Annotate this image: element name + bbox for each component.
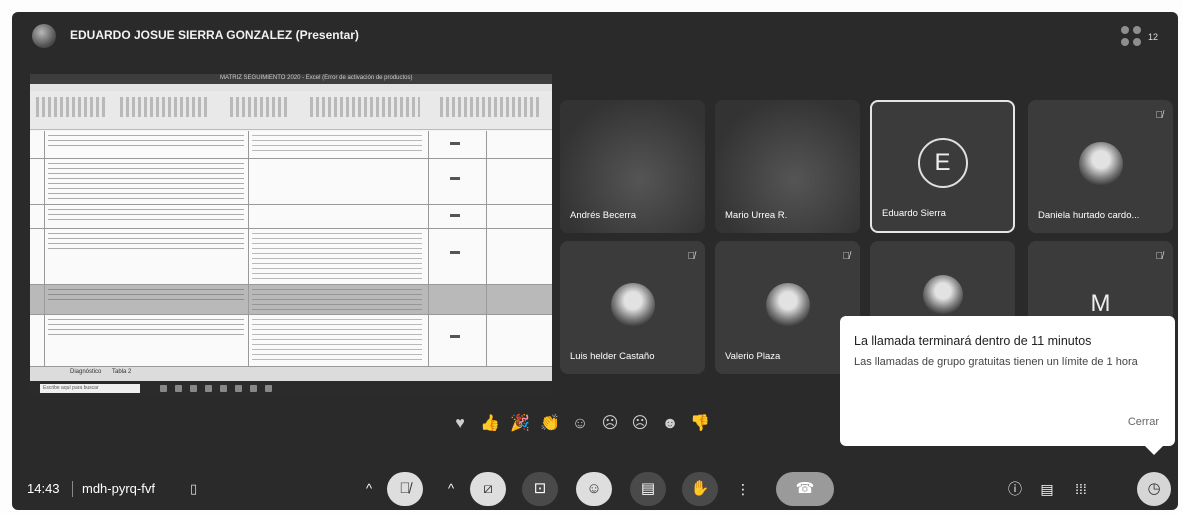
sheet-tab: Tabla 2 xyxy=(112,369,132,375)
sheet-row xyxy=(30,315,552,367)
participant-avatar xyxy=(765,283,810,327)
bottom-control-bar: 14:43 mdh-pyrq-fvf ▯ ^ 🎙̸ ^ ⧄ ⊡ ☺ ▤ ✋ ⋮ … xyxy=(12,456,1178,510)
participant-avatar xyxy=(610,283,655,327)
participant-name: Mario Urrea R. xyxy=(725,210,788,221)
captions-button[interactable]: ▤ xyxy=(630,472,666,506)
call-limit-toast: La llamada terminará dentro de 11 minuto… xyxy=(840,316,1175,446)
excel-sheet xyxy=(30,131,552,367)
emoji-reactions-button[interactable]: ☺ xyxy=(576,472,612,506)
timer-icon[interactable]: ◷ xyxy=(1137,472,1171,506)
presenter-name: EDUARDO JOSUE SIERRA GONZALEZ (Presentar… xyxy=(70,28,359,42)
raise-hand-button[interactable]: ✋ xyxy=(682,472,718,506)
divider xyxy=(72,481,73,497)
participant-count: 12 xyxy=(1148,32,1159,42)
presenter-avatar xyxy=(32,24,56,48)
participant-tile[interactable]: Andrés Becerra xyxy=(560,100,705,233)
participant-avatar xyxy=(1078,142,1123,186)
sheet-row xyxy=(30,159,552,205)
surprised-icon[interactable]: ☹ xyxy=(599,413,621,435)
sheet-tabs: Diagnóstico Tabla 2 xyxy=(30,367,552,381)
leave-call-button[interactable]: ☎ xyxy=(776,472,834,506)
sad-icon[interactable]: ☹ xyxy=(629,413,651,435)
participant-tile[interactable]: 🎙̸ Daniela hurtado cardo... xyxy=(1028,100,1173,233)
sheet-row xyxy=(30,229,552,285)
copy-icon[interactable]: ▯ xyxy=(190,481,197,497)
heart-icon[interactable]: ♥ xyxy=(449,413,471,435)
laugh-icon[interactable]: ☺ xyxy=(569,413,591,435)
participants-grid-icon[interactable] xyxy=(1121,26,1143,48)
meeting-info-icon[interactable]: ⓘ xyxy=(1002,472,1028,506)
present-screen-button[interactable]: ⊡ xyxy=(522,472,558,506)
excel-window-title: MATRIZ SEGUIMIENTO 2020 - Excel (Error d… xyxy=(220,75,413,81)
mic-off-icon: 🎙̸ xyxy=(842,251,851,262)
meeting-code: mdh-pyrq-fvf xyxy=(82,481,155,496)
more-options-button[interactable]: ⋮ xyxy=(730,472,756,506)
shared-screen: MATRIZ SEGUIMIENTO 2020 - Excel (Error d… xyxy=(30,74,552,396)
video-options-chevron[interactable]: ^ xyxy=(442,472,460,506)
party-popper-icon[interactable]: 🎉 xyxy=(509,413,531,435)
clock: 14:43 xyxy=(27,481,60,496)
thinking-icon[interactable]: ☻ xyxy=(659,413,681,435)
excel-ribbon xyxy=(30,91,552,130)
mic-off-icon: 🎙̸ xyxy=(687,251,696,262)
participant-name: Daniela hurtado cardo... xyxy=(1038,210,1140,221)
excel-menubar xyxy=(30,84,552,91)
participant-initial: E xyxy=(917,138,968,188)
sheet-row xyxy=(30,205,552,229)
meeting-window: EDUARDO JOSUE SIERRA GONZALEZ (Presentar… xyxy=(12,12,1178,510)
mic-off-button[interactable]: 🎙̸ xyxy=(387,472,423,506)
audio-options-chevron[interactable]: ^ xyxy=(360,472,378,506)
sheet-row xyxy=(30,131,552,159)
toast-title: La llamada terminará dentro de 11 minuto… xyxy=(854,334,1092,348)
mic-off-icon: 🎙̸ xyxy=(1155,251,1164,262)
toast-pointer xyxy=(1145,446,1163,455)
thumbs-down-icon[interactable]: 👎 xyxy=(689,413,711,435)
toast-body: Las llamadas de grupo gratuitas tienen u… xyxy=(854,356,1138,368)
activities-icon[interactable]: ⁞⁞⁞ xyxy=(1068,472,1094,506)
thumbs-up-icon[interactable]: 👍 xyxy=(479,413,501,435)
participant-tile[interactable]: 🎙̸ Luis helder Castaño xyxy=(560,241,705,374)
participant-name: Eduardo Sierra xyxy=(882,208,946,219)
participant-name: Luis helder Castaño xyxy=(570,351,655,362)
participant-tile[interactable]: 🎙̸ Valerio Plaza xyxy=(715,241,860,374)
chat-icon[interactable]: ▤ xyxy=(1034,472,1060,506)
mic-off-icon: 🎙̸ xyxy=(1155,110,1164,121)
participant-avatar xyxy=(922,275,963,315)
close-button[interactable]: Cerrar xyxy=(1128,416,1159,428)
presenter-bar: EDUARDO JOSUE SIERRA GONZALEZ (Presentar… xyxy=(12,12,1178,58)
sheet-row-selected xyxy=(30,285,552,315)
participant-tile[interactable]: Mario Urrea R. xyxy=(715,100,860,233)
camera-off-button[interactable]: ⧄ xyxy=(470,472,506,506)
sheet-tab: Diagnóstico xyxy=(70,369,102,375)
excel-titlebar: MATRIZ SEGUIMIENTO 2020 - Excel (Error d… xyxy=(30,74,552,84)
clap-icon[interactable]: 👏 xyxy=(539,413,561,435)
participant-tile-active[interactable]: E Eduardo Sierra xyxy=(870,100,1015,233)
participant-name: Valerio Plaza xyxy=(725,351,781,362)
windows-taskbar: Escribe aquí para buscar xyxy=(30,381,552,396)
taskbar-search: Escribe aquí para buscar xyxy=(40,384,140,393)
participant-name: Andrés Becerra xyxy=(570,210,637,221)
